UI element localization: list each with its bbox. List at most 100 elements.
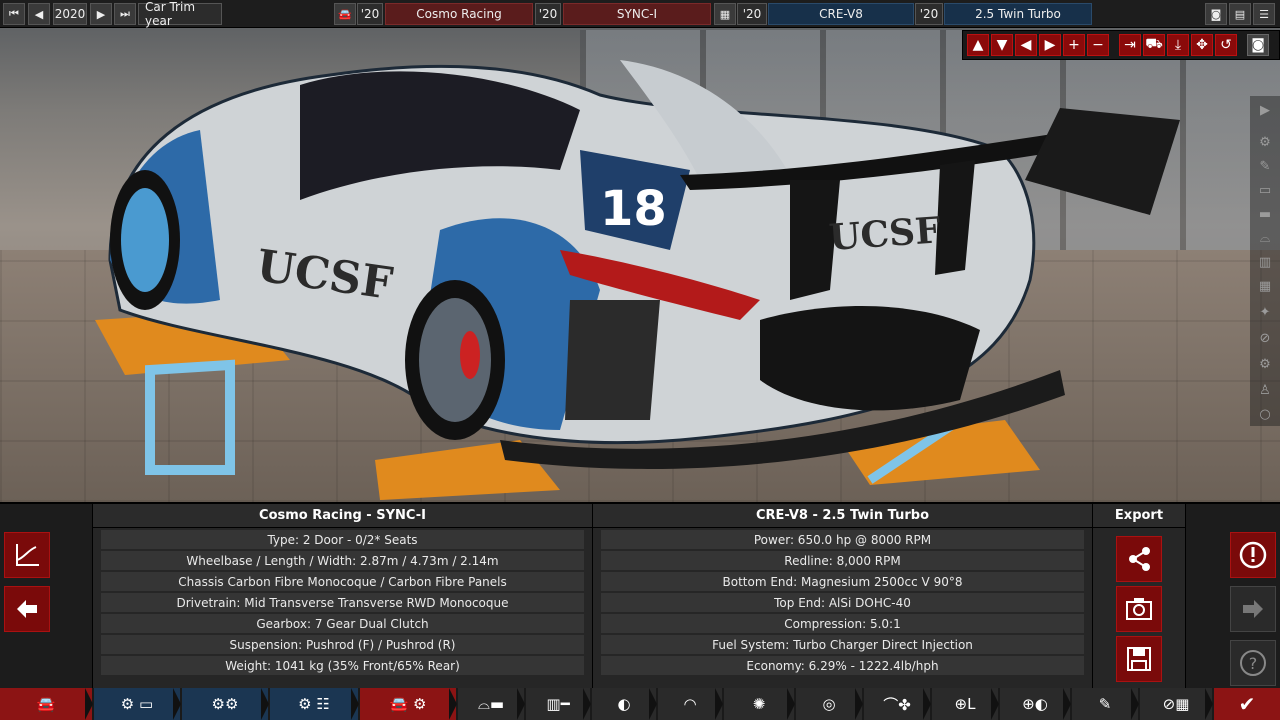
car-model-name[interactable]: Cosmo Racing (385, 3, 533, 25)
view-toolbar: ▲ ▼ ◀ ▶ + − ⇥ ⛟ ⤓ ✥ ↺ ◙ (962, 30, 1280, 60)
engine-folder-icon: ⚙ ▭ (120, 695, 154, 713)
forward-arrow-icon (1243, 600, 1263, 618)
body-icon[interactable]: ▭ (1254, 180, 1276, 200)
year-mode-label: Car Trim year (138, 0, 222, 28)
car-weight-row: Weight: 1041 kg (35% Front/65% Rear) (101, 656, 584, 675)
engine-variant-name[interactable]: 2.5 Twin Turbo (944, 3, 1092, 25)
speedometer-icon: ◠ (683, 695, 697, 713)
engine-family-name[interactable]: CRE-V8 (768, 3, 914, 25)
confirm-stage[interactable]: ✔ (1214, 688, 1280, 720)
screenshot-icon[interactable]: ◙ (1247, 34, 1269, 56)
arrow-down-icon[interactable]: ▼ (991, 34, 1013, 56)
warning-icon (1239, 541, 1267, 569)
paint-icon: ✎ (1098, 695, 1112, 713)
steering-stage[interactable]: ⊕L (932, 688, 999, 720)
panel-icon[interactable]: ▬ (1254, 204, 1276, 224)
warning-button[interactable] (1230, 532, 1276, 578)
car-dimensions-row: Wheelbase / Length / Width: 2.87m / 4.73… (101, 551, 584, 570)
car-model-year: '20 (357, 3, 383, 25)
frame-icon[interactable]: ▦ (1254, 276, 1276, 296)
engine-top-end-row: Top End: AlSi DOHC-40 (601, 593, 1084, 612)
brake-icon[interactable]: ✦ (1254, 302, 1276, 322)
arrow-right-icon[interactable]: ▶ (1039, 34, 1061, 56)
first-year-icon[interactable]: ⏮ (3, 3, 25, 25)
person-icon[interactable]: ⚙ (1254, 354, 1276, 374)
camera-icon (1126, 598, 1152, 620)
car-body-stage[interactable]: 🚘 (0, 688, 93, 720)
ground-icon[interactable]: ⤓ (1167, 34, 1189, 56)
share-icon (1129, 547, 1150, 571)
finish-flag-stage[interactable]: ⊘▦ (1140, 688, 1213, 720)
race-car: 18 UCSF UCSF (108, 60, 1180, 469)
reset-icon[interactable]: ⇥ (1119, 34, 1141, 56)
brake-disc-stage[interactable]: ◎ (796, 688, 863, 720)
car-3d-viewport[interactable]: 18 UCSF UCSF (0, 0, 1280, 502)
save-button[interactable] (1116, 636, 1162, 682)
svg-text:UCSF: UCSF (828, 209, 943, 259)
arrow-up-icon[interactable]: ▲ (967, 34, 989, 56)
headlight-stage[interactable]: ◐ (592, 688, 657, 720)
engine-info-title: CRE-V8 - 2.5 Twin Turbo (593, 504, 1092, 528)
car-view-icon[interactable]: ⛟ (1143, 34, 1165, 56)
engine-folder-stage[interactable]: ⚙ ▭ (94, 688, 181, 720)
minus-icon[interactable]: − (1087, 34, 1109, 56)
calculator-icon[interactable]: ▤ (1229, 3, 1251, 25)
photo-button[interactable] (1116, 586, 1162, 632)
engine-icon[interactable]: ▦ (714, 3, 736, 25)
car-gearbox-row: Gearbox: 7 Gear Dual Clutch (101, 614, 584, 633)
last-year-icon[interactable]: ⏭ (114, 3, 136, 25)
rotate-icon[interactable]: ✥ (1191, 34, 1213, 56)
forward-button[interactable] (1230, 586, 1276, 632)
tyre-stage[interactable]: ⊕◐ (1000, 688, 1071, 720)
back-arrow-icon (17, 600, 37, 618)
circle-icon[interactable]: ○ (1254, 404, 1276, 424)
car-trim-name[interactable]: SYNC-I (563, 3, 711, 25)
paint-icon[interactable]: ✎ (1254, 156, 1276, 176)
stage-navigation: 🚘 ⚙ ▭ ⚙⚙ ⚙ ☷ 🚘 ⚙ ⌓▬ ▥━ ◐ ◠ ✺ ◎ ⌒✤ ⊕L ⊕◐ … (0, 688, 1280, 720)
undo-icon[interactable]: ↺ (1215, 34, 1237, 56)
engine-config-stage[interactable]: ⚙ ☷ (270, 688, 359, 720)
arrow-left-icon[interactable]: ◀ (1015, 34, 1037, 56)
roof-icon[interactable]: ⌓ (1254, 228, 1276, 248)
top-bar: ⏮ ◀ 2020 ▶ ⏭ Car Trim year 🚘 '20 Cosmo R… (0, 0, 1280, 28)
engine-variant-year: '20 (915, 3, 943, 25)
share-button[interactable] (1116, 536, 1162, 582)
next-year-icon[interactable]: ▶ (90, 3, 112, 25)
back-button[interactable] (4, 586, 50, 632)
help-button[interactable]: ? (1230, 640, 1276, 686)
wheel-stage[interactable]: ✺ (724, 688, 795, 720)
walk-icon[interactable]: ♙ (1254, 380, 1276, 400)
graph-button[interactable] (4, 532, 50, 578)
aero-stage[interactable]: ⌒✤ (864, 688, 931, 720)
car-suspension-row: Suspension: Pushrod (F) / Pushrod (R) (101, 635, 584, 654)
year-value[interactable]: 2020 (53, 3, 87, 25)
car-type-row: Type: 2 Door - 0/2* Seats (101, 530, 584, 549)
tyre-icon: ⊕◐ (1022, 695, 1048, 713)
car-seats-stage[interactable]: ⌓▬ (458, 688, 525, 720)
engine-bottom-end-row: Bottom End: Magnesium 2500cc V 90°8 (601, 572, 1084, 591)
car-model-icon[interactable]: 🚘 (334, 3, 356, 25)
engine-compression-row: Compression: 5.0:1 (601, 614, 1084, 633)
steering-icon: ⊕L (954, 695, 976, 713)
finish-flag-icon: ⊘▦ (1162, 695, 1190, 713)
paint-stage[interactable]: ✎ (1072, 688, 1139, 720)
engine-parts-stage[interactable]: ⚙⚙ (182, 688, 269, 720)
plus-icon[interactable]: + (1063, 34, 1085, 56)
car-body-icon: 🚘 (36, 695, 56, 713)
play-icon[interactable]: ▶ (1254, 100, 1276, 120)
car-engine-stage[interactable]: 🚘 ⚙ (360, 688, 457, 720)
camera-icon[interactable]: ◙ (1205, 3, 1227, 25)
prev-year-icon[interactable]: ◀ (28, 3, 50, 25)
car-render: 18 UCSF UCSF (95, 60, 1180, 500)
engine-info-column: CRE-V8 - 2.5 Twin Turbo Power: 650.0 hp … (592, 504, 1093, 690)
help-icon: ? (1240, 650, 1266, 676)
wheel-icon[interactable]: ⚙ (1254, 132, 1276, 152)
gearbox-stage[interactable]: ▥━ (526, 688, 591, 720)
svg-text:?: ? (1249, 654, 1258, 673)
gear-icon[interactable]: ⊘ (1254, 328, 1276, 348)
menu-icon[interactable]: ☰ (1253, 3, 1275, 25)
confirm-check-icon: ✔ (1238, 692, 1256, 716)
part-rail: ▶ ⚙ ✎ ▭ ▬ ⌓ ▥ ▦ ✦ ⊘ ⚙ ♙ ○ (1250, 96, 1280, 426)
grille-icon[interactable]: ▥ (1254, 252, 1276, 272)
speedometer-stage[interactable]: ◠ (658, 688, 723, 720)
